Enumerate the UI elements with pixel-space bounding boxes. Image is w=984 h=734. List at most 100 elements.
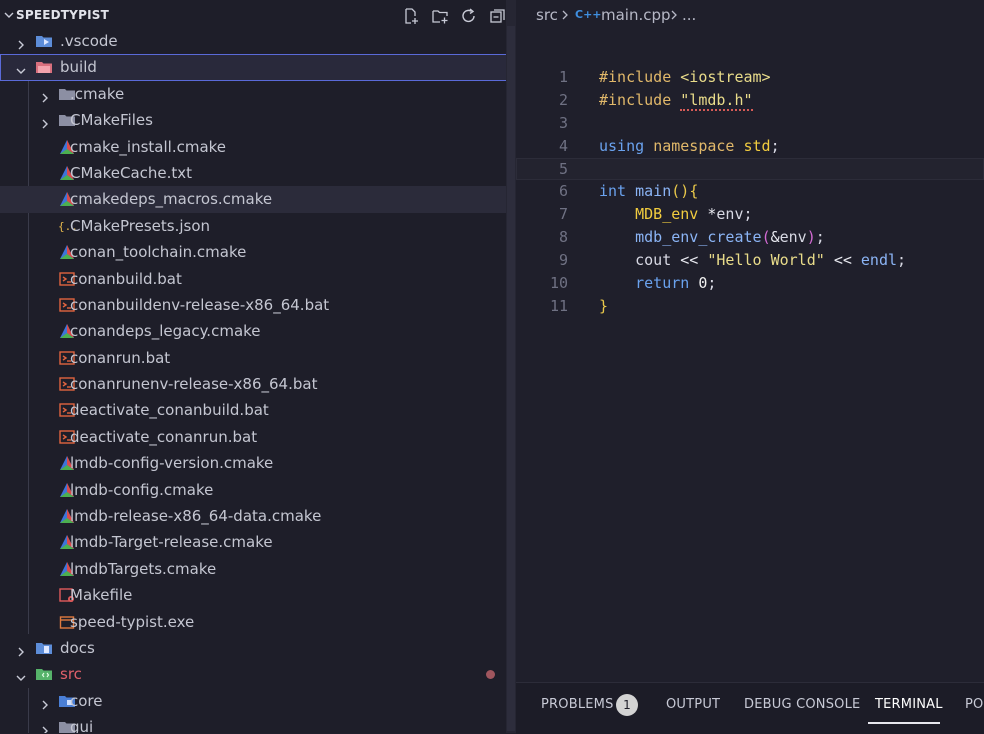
tree-item[interactable]: conanbuild.bat	[0, 266, 516, 292]
chevron-down-icon[interactable]	[14, 60, 28, 75]
build-folder-icon	[35, 59, 53, 75]
tree-item-label: CMakeCache.txt	[70, 163, 193, 182]
error-token: "lmdb.h"	[680, 90, 753, 111]
tree-item[interactable]: lmdb-config.cmake	[0, 477, 516, 503]
tree-item[interactable]: cmakedeps_macros.cmake	[0, 186, 516, 213]
code-line[interactable]: 5	[516, 157, 984, 181]
tree-item-label: cmake_install.cmake	[70, 137, 227, 156]
tree-item-label: conanrun.bat	[70, 348, 171, 367]
chevron-right-icon[interactable]	[38, 113, 52, 129]
tree-item[interactable]: gui	[0, 714, 516, 733]
explorer-header[interactable]: SPEEDTYPIST	[0, 0, 516, 30]
code-text: }	[599, 295, 608, 318]
code-line[interactable]: 3	[516, 112, 984, 135]
breadcrumb-src[interactable]: src	[536, 0, 558, 30]
tree-item[interactable]: build	[0, 54, 516, 81]
tree-item[interactable]: Makefile	[0, 582, 516, 608]
code-line[interactable]: 6 int main(){	[516, 180, 984, 203]
tree-item-label: cmakedeps_macros.cmake	[70, 190, 273, 209]
code-token: main	[635, 182, 672, 201]
tree-item[interactable]: deactivate_conanrun.bat	[0, 424, 516, 450]
code-token: env	[779, 228, 807, 247]
code-line[interactable]: 10 return 0;	[516, 272, 984, 295]
tree-item[interactable]: lmdbTargets.cmake	[0, 556, 516, 582]
tree-item[interactable]: conanrunenv-release-x86_64.bat	[0, 371, 516, 397]
code-token: mdb_env_create	[635, 228, 762, 247]
collapse-all-icon	[490, 9, 505, 23]
code-token: namespace	[653, 136, 744, 155]
code-line[interactable]: 11}	[516, 295, 984, 318]
breadcrumb-file[interactable]: main.cpp	[601, 0, 671, 30]
problems-count-badge: 1	[616, 694, 638, 716]
tree-item-label: CMakeFiles	[70, 111, 153, 130]
line-number: 2	[558, 90, 568, 109]
tree-item-label: core	[70, 691, 103, 710]
tree-item-label: src	[60, 665, 82, 684]
tree-item-label: conan_toolchain.cmake	[70, 243, 247, 262]
code-line[interactable]: 8 mdb_env_create(&env);	[516, 226, 984, 249]
code-line[interactable]: 9 cout << "Hello World" << endl;	[516, 249, 984, 272]
tree-item-label: lmdb-config.cmake	[70, 480, 214, 499]
tree-item[interactable]: core	[0, 688, 516, 714]
chevron-down-icon[interactable]	[2, 8, 16, 22]
new-file-button[interactable]	[400, 5, 422, 27]
tree-item[interactable]: CMakeCache.txt	[0, 160, 516, 186]
breadcrumb-more[interactable]: ...	[682, 0, 696, 30]
code-line[interactable]: 1 #include <iostream>	[516, 66, 984, 89]
scrollbar-thumb[interactable]	[507, 26, 515, 731]
code-token: int	[599, 182, 636, 201]
code-line[interactable]: 7 MDB_env *env;	[516, 203, 984, 226]
tree-item[interactable]: conan_toolchain.cmake	[0, 239, 516, 265]
code-token: }	[599, 296, 609, 315]
tree-item[interactable]: conanrun.bat	[0, 345, 516, 371]
docs-folder-icon	[35, 640, 53, 656]
tree-item[interactable]: {..}CMakePresets.json	[0, 213, 516, 239]
chevron-right-icon[interactable]	[14, 34, 28, 50]
tree-item[interactable]: cmake_install.cmake	[0, 134, 516, 160]
code-token: ;	[770, 136, 780, 155]
tree-item-label: deactivate_conanbuild.bat	[70, 401, 269, 420]
chevron-down-icon[interactable]	[14, 667, 28, 682]
tree-item[interactable]: lmdb-release-x86_64-data.cmake	[0, 503, 516, 529]
tree-item[interactable]: .cmake	[0, 81, 516, 107]
chevron-right-icon[interactable]	[38, 694, 52, 710]
chevron-right-icon[interactable]	[38, 720, 52, 733]
tree-item-label: Makefile	[70, 586, 133, 605]
code-token: return	[635, 274, 699, 293]
code-line[interactable]: 2 #include "lmdb.h"	[516, 89, 984, 112]
new-folder-button[interactable]	[429, 5, 451, 27]
code-token: <iostream>	[680, 68, 771, 86]
code-token: ;	[815, 228, 825, 247]
tab-problems[interactable]: PROBLEMS	[541, 697, 614, 712]
refresh-button[interactable]	[458, 5, 480, 27]
tree-item-label: conandeps_legacy.cmake	[70, 322, 261, 341]
tree-item-label: lmdbTargets.cmake	[70, 559, 217, 578]
tree-item[interactable]: deactivate_conanbuild.bat	[0, 397, 516, 423]
explorer-panel: SPEEDTYPIST .vscode build .cmake CMakeFiles…	[0, 0, 516, 733]
tree-item[interactable]: speed-typist.exe	[0, 609, 516, 635]
tab-debug-console[interactable]: DEBUG CONSOLE	[744, 697, 860, 712]
code-editor[interactable]: 1 #include <iostream> 2 #include "lmdb.h" 3 4…	[516, 66, 984, 318]
tab-ports[interactable]: PO	[965, 697, 983, 712]
tree-item[interactable]: src	[0, 661, 516, 687]
tree-item[interactable]: conandeps_legacy.cmake	[0, 318, 516, 344]
cpp-file-icon: C++	[575, 8, 602, 21]
tree-item[interactable]: lmdb-Target-release.cmake	[0, 529, 516, 555]
tree-item[interactable]: lmdb-config-version.cmake	[0, 450, 516, 476]
code-line[interactable]: 4 using namespace std;	[516, 135, 984, 158]
src-folder-icon	[35, 666, 53, 682]
tree-item[interactable]: conanbuildenv-release-x86_64.bat	[0, 292, 516, 318]
tab-output[interactable]: OUTPUT	[666, 697, 720, 712]
chevron-right-icon[interactable]	[38, 87, 52, 103]
code-text: MDB_env *env;	[599, 203, 752, 226]
tree-item[interactable]: .vscode	[0, 28, 516, 54]
code-text: int main(){	[599, 180, 698, 203]
tab-terminal[interactable]: TERMINAL	[875, 697, 943, 712]
tree-item-label: conanbuildenv-release-x86_64.bat	[70, 295, 330, 314]
new-file-icon	[405, 8, 418, 24]
tree-item[interactable]: CMakeFiles	[0, 107, 516, 133]
chevron-right-icon[interactable]	[14, 641, 28, 657]
tree-item[interactable]: docs	[0, 635, 516, 661]
